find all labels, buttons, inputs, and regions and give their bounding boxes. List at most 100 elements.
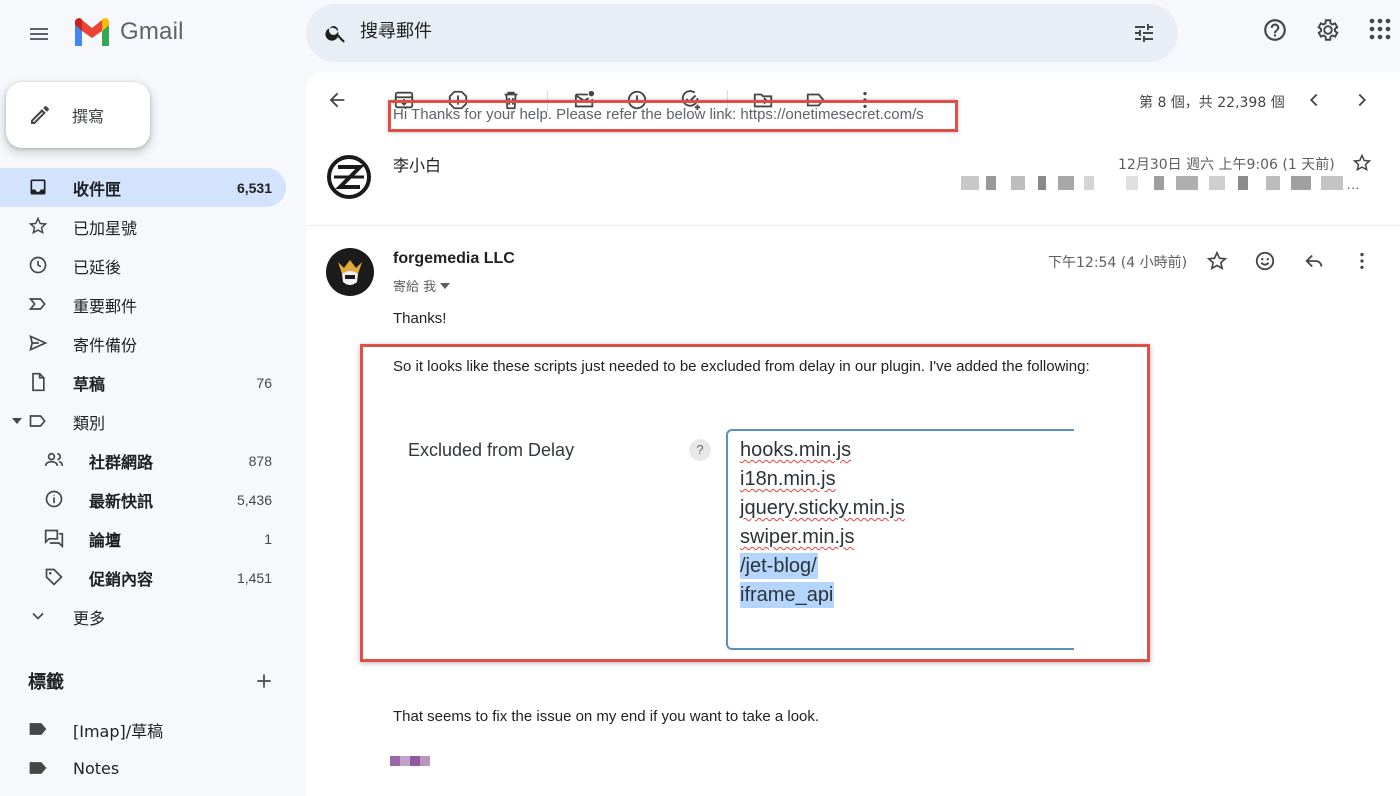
recipients[interactable]: 寄給 我 (393, 276, 451, 295)
apps-grid-icon[interactable] (1369, 17, 1391, 41)
search-options-icon[interactable] (1132, 21, 1156, 45)
sidebar-nav: 收件匣 6,531 已加星號 已延後 重要郵件 寄件備份 草稿 76 類別 社群… (0, 168, 300, 636)
search-input[interactable] (360, 21, 1080, 42)
sidebar-item-drafts[interactable]: 草稿 76 (0, 363, 300, 402)
viking-logo-icon (338, 260, 362, 285)
reply-icon[interactable] (1303, 250, 1325, 272)
snippet-ellipsis: … (1346, 176, 1360, 192)
label-icon (28, 760, 48, 776)
info-icon (44, 489, 64, 509)
draft-icon (28, 372, 48, 392)
clock-icon (28, 255, 48, 275)
script-entry: hooks.min.js (740, 439, 852, 461)
sender-avatar (326, 154, 372, 200)
sidebar-item-label: 促銷內容 (89, 569, 154, 589)
forum-icon (44, 528, 64, 548)
sidebar-item-forums[interactable]: 論壇 1 (0, 519, 300, 558)
script-entry: swiper.min.js (740, 526, 855, 548)
setting-label: Excluded from Delay (408, 440, 575, 460)
script-entry: i18n.min.js (740, 468, 836, 490)
label-icon (28, 411, 48, 431)
message-snippet: Hi Thanks for your help. Please refer th… (393, 106, 924, 123)
inbox-icon (28, 177, 48, 197)
labels-heading: 標籤 (28, 672, 64, 693)
gmail-logo[interactable]: Gmail (72, 16, 184, 48)
send-icon (28, 333, 48, 353)
gmail-wordmark: Gmail (120, 18, 184, 45)
label-name: [Imap]/草稿 (73, 721, 164, 741)
more-vert-icon[interactable] (1351, 250, 1373, 272)
sender-name: forgemedia LLC (393, 250, 515, 267)
compose-button[interactable]: 撰寫 (6, 82, 150, 148)
sidebar-item-label: 寄件備份 (73, 335, 138, 355)
older-chevron-icon[interactable] (1351, 89, 1373, 111)
script-entry: /jet-blog/ (740, 553, 818, 579)
sidebar-item-label: 草稿 (73, 374, 106, 394)
collapsed-message[interactable]: 李小白 12月30日 週六 上午9:06 (1 天前) (306, 146, 1400, 226)
message-panel: 第 8 個，共 22,398 個 李小白 12月30日 週六 上午9:06 (1… (306, 72, 1400, 796)
compose-label: 撰寫 (72, 107, 105, 126)
category-count: 5,436 (236, 491, 272, 508)
message-date: 12月30日 週六 上午9:06 (1 天前) (1118, 157, 1335, 173)
sidebar-item-label: 已延後 (73, 257, 122, 277)
sidebar-item-label: 收件匣 (73, 179, 122, 199)
search-bar (306, 4, 1178, 62)
chevron-down-icon (28, 606, 48, 626)
sidebar-item-snoozed[interactable]: 已延後 (0, 246, 300, 285)
sidebar-item-promotions[interactable]: 促銷內容 1,451 (0, 558, 300, 597)
add-label-icon[interactable] (254, 671, 274, 691)
sidebar-item-label: 論壇 (89, 530, 122, 550)
category-count: 1,451 (236, 569, 272, 586)
sidebar-item-categories[interactable]: 類別 (0, 402, 300, 441)
sidebar-item-label: 最新快訊 (89, 491, 154, 511)
top-bar: Gmail (0, 0, 1400, 66)
label-name: Notes (73, 759, 120, 778)
star-icon[interactable] (1352, 153, 1372, 173)
sidebar-item-starred[interactable]: 已加星號 (0, 207, 300, 246)
important-icon (28, 294, 48, 314)
category-count: 1 (264, 530, 272, 547)
category-count: 878 (248, 452, 272, 469)
sidebar-item-updates[interactable]: 最新快訊 5,436 (0, 480, 300, 519)
message-greeting: Thanks! (393, 310, 447, 327)
excluded-scripts-textarea: hooks.min.js i18n.min.js jquery.sticky.m… (726, 429, 1074, 650)
label-icon (28, 721, 48, 737)
sidebar-item-important[interactable]: 重要郵件 (0, 285, 300, 324)
sidebar-item-sent[interactable]: 寄件備份 (0, 324, 300, 363)
sidebar-item-label: 已加星號 (73, 218, 138, 238)
draft-count: 76 (256, 374, 272, 391)
unread-count: 6,531 (236, 179, 272, 196)
emoji-react-icon[interactable] (1254, 250, 1276, 272)
script-entry: jquery.sticky.min.js (740, 497, 905, 519)
help-icon[interactable] (1262, 17, 1288, 43)
gmail-m-icon (75, 18, 109, 46)
script-entry: iframe_api (740, 582, 835, 608)
message-date: 下午12:54 (4 小時前) (1048, 255, 1188, 271)
caret-down-icon (440, 282, 451, 289)
sidebar-item-social[interactable]: 社群網路 878 (0, 441, 300, 480)
sidebar-item-more[interactable]: 更多 (0, 597, 300, 636)
star-icon[interactable] (1206, 250, 1228, 272)
pencil-icon (31, 106, 49, 124)
main-menu-icon[interactable] (22, 17, 56, 51)
star-icon (28, 216, 48, 236)
people-icon (44, 450, 64, 470)
sidebar-item-label: 社群網路 (89, 452, 154, 472)
zz-logo-icon (327, 155, 371, 199)
sidebar-item-inbox[interactable]: 收件匣 6,531 (0, 168, 286, 207)
back-arrow-icon[interactable] (326, 89, 348, 111)
label-item-imap-drafts[interactable]: [Imap]/草稿 (0, 710, 290, 749)
newer-chevron-icon[interactable] (1303, 89, 1325, 111)
caret-down-icon[interactable] (12, 418, 22, 424)
settings-gear-icon[interactable] (1315, 17, 1341, 43)
label-item-notes[interactable]: Notes (0, 749, 290, 788)
sidebar-item-label: 類別 (73, 413, 106, 433)
message-intro: So it looks like these scripts just need… (393, 358, 1090, 375)
sidebar-item-label: 更多 (73, 608, 106, 628)
sender-avatar (326, 248, 374, 296)
tag-icon (44, 567, 64, 587)
redacted-signature (390, 756, 430, 766)
search-icon[interactable] (324, 21, 348, 45)
help-tooltip-icon: ? (689, 439, 711, 461)
recipients-label: 寄給 我 (393, 280, 437, 295)
